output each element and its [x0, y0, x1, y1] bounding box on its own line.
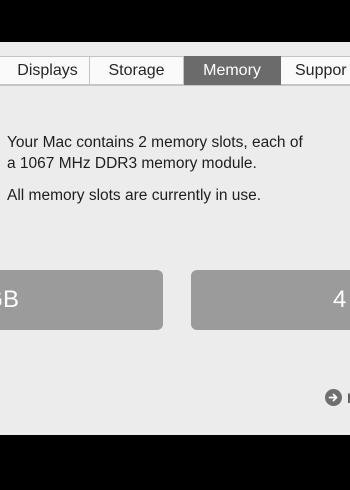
memory-summary: Your Mac contains 2 memory slots, each o… [7, 132, 350, 174]
memory-slot-2: 4 [191, 270, 350, 330]
tab-support[interactable]: Suppor [281, 56, 350, 85]
memory-slot-1-label: GB [0, 286, 19, 313]
arrow-right-circle-icon [325, 389, 342, 406]
memory-upgrade-link[interactable]: I [325, 389, 350, 406]
memory-slot-2-label: 4 [333, 286, 347, 313]
memory-panel: Your Mac contains 2 memory slots, each o… [7, 132, 350, 206]
tab-bar: Displays Storage Memory Suppor [0, 56, 350, 86]
tab-storage[interactable]: Storage [90, 56, 184, 85]
tab-displays[interactable]: Displays [0, 56, 90, 85]
memory-summary-line-2: a 1067 MHz DDR3 memory module. [7, 155, 257, 172]
system-information-window: Displays Storage Memory Suppor Your Mac … [0, 42, 350, 435]
tab-memory[interactable]: Memory [184, 56, 281, 85]
memory-status: All memory slots are currently in use. [7, 187, 262, 204]
memory-summary-line-1: Your Mac contains 2 memory slots, each o… [7, 134, 303, 151]
memory-slot-1: GB [0, 270, 163, 330]
